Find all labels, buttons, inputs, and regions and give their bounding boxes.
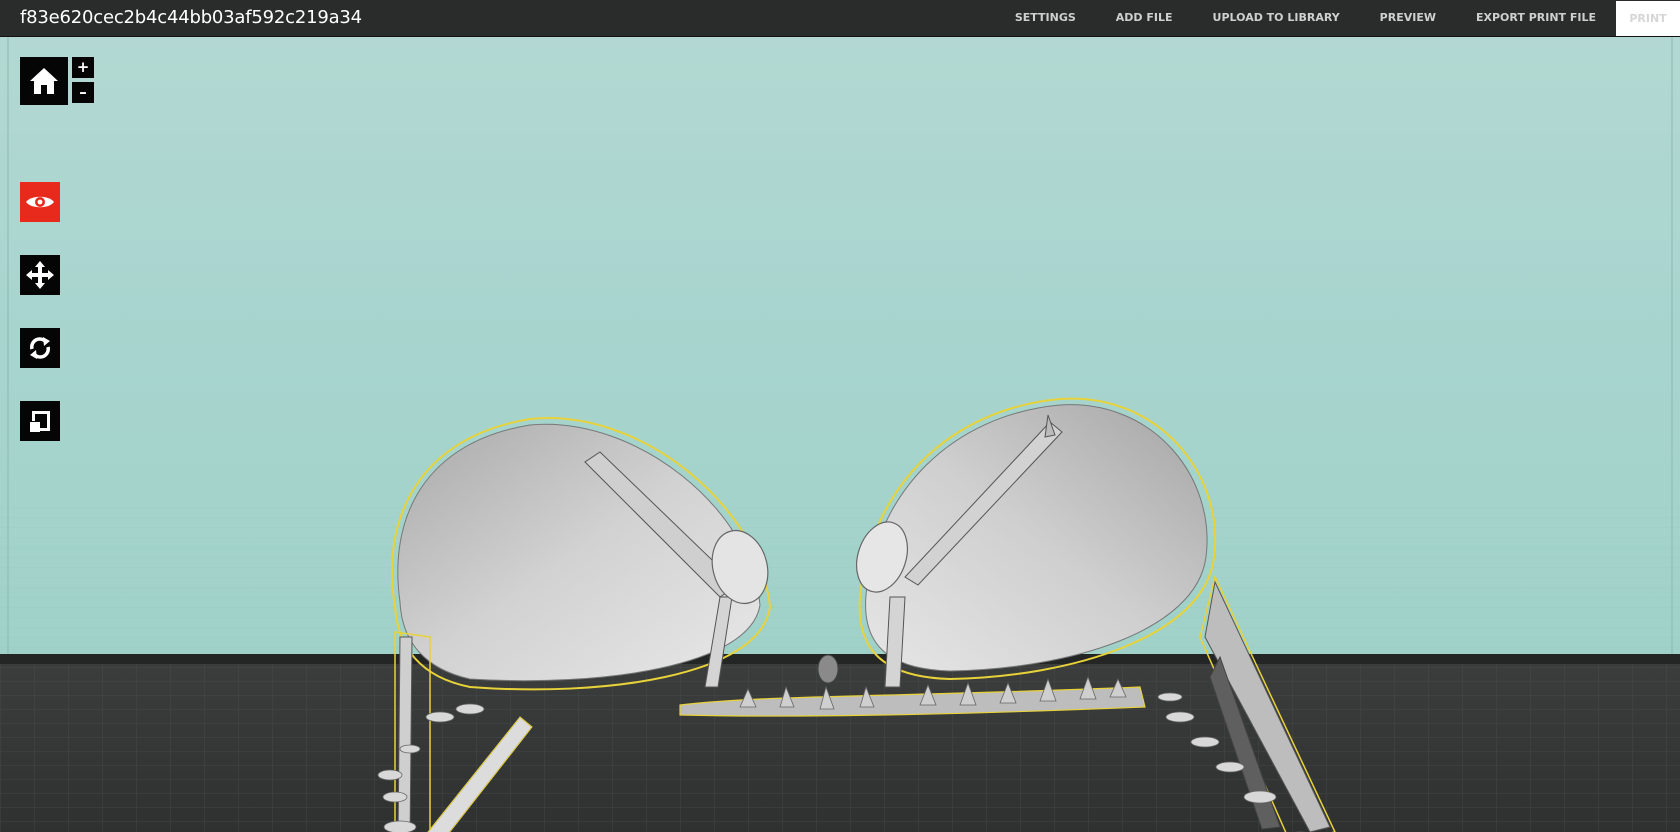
zoom-in-button[interactable]: + xyxy=(72,57,94,78)
move-tool-button[interactable] xyxy=(20,255,60,295)
scale-tool-button[interactable] xyxy=(20,401,60,441)
view-tool-button[interactable] xyxy=(20,182,60,222)
home-icon xyxy=(30,68,58,94)
top-menu: SETTINGS ADD FILE UPLOAD TO LIBRARY PREV… xyxy=(995,0,1680,36)
export-print-file-button[interactable]: EXPORT PRINT FILE xyxy=(1456,0,1616,36)
print-scene[interactable] xyxy=(0,37,1680,832)
rotate-icon xyxy=(30,337,50,359)
move-arrows-icon xyxy=(26,261,54,289)
top-bar: f83e620cec2b4c44bb03af592c219a34 SETTING… xyxy=(0,0,1680,37)
build-volume-wall xyxy=(0,37,1680,657)
home-view-button[interactable] xyxy=(20,57,68,105)
rotate-tool-button[interactable] xyxy=(20,328,60,368)
preview-button[interactable]: PREVIEW xyxy=(1360,0,1456,36)
print-button[interactable]: PRINT xyxy=(1616,1,1680,36)
settings-button[interactable]: SETTINGS xyxy=(995,0,1096,36)
build-plate xyxy=(0,654,1680,832)
zoom-out-button[interactable]: – xyxy=(72,82,94,103)
upload-to-library-button[interactable]: UPLOAD TO LIBRARY xyxy=(1193,0,1360,36)
file-name-title: f83e620cec2b4c44bb03af592c219a34 xyxy=(20,7,362,28)
add-file-button[interactable]: ADD FILE xyxy=(1096,0,1193,36)
3d-viewport[interactable]: + – xyxy=(0,37,1680,832)
eye-icon xyxy=(26,196,54,208)
scale-icon xyxy=(30,411,50,432)
